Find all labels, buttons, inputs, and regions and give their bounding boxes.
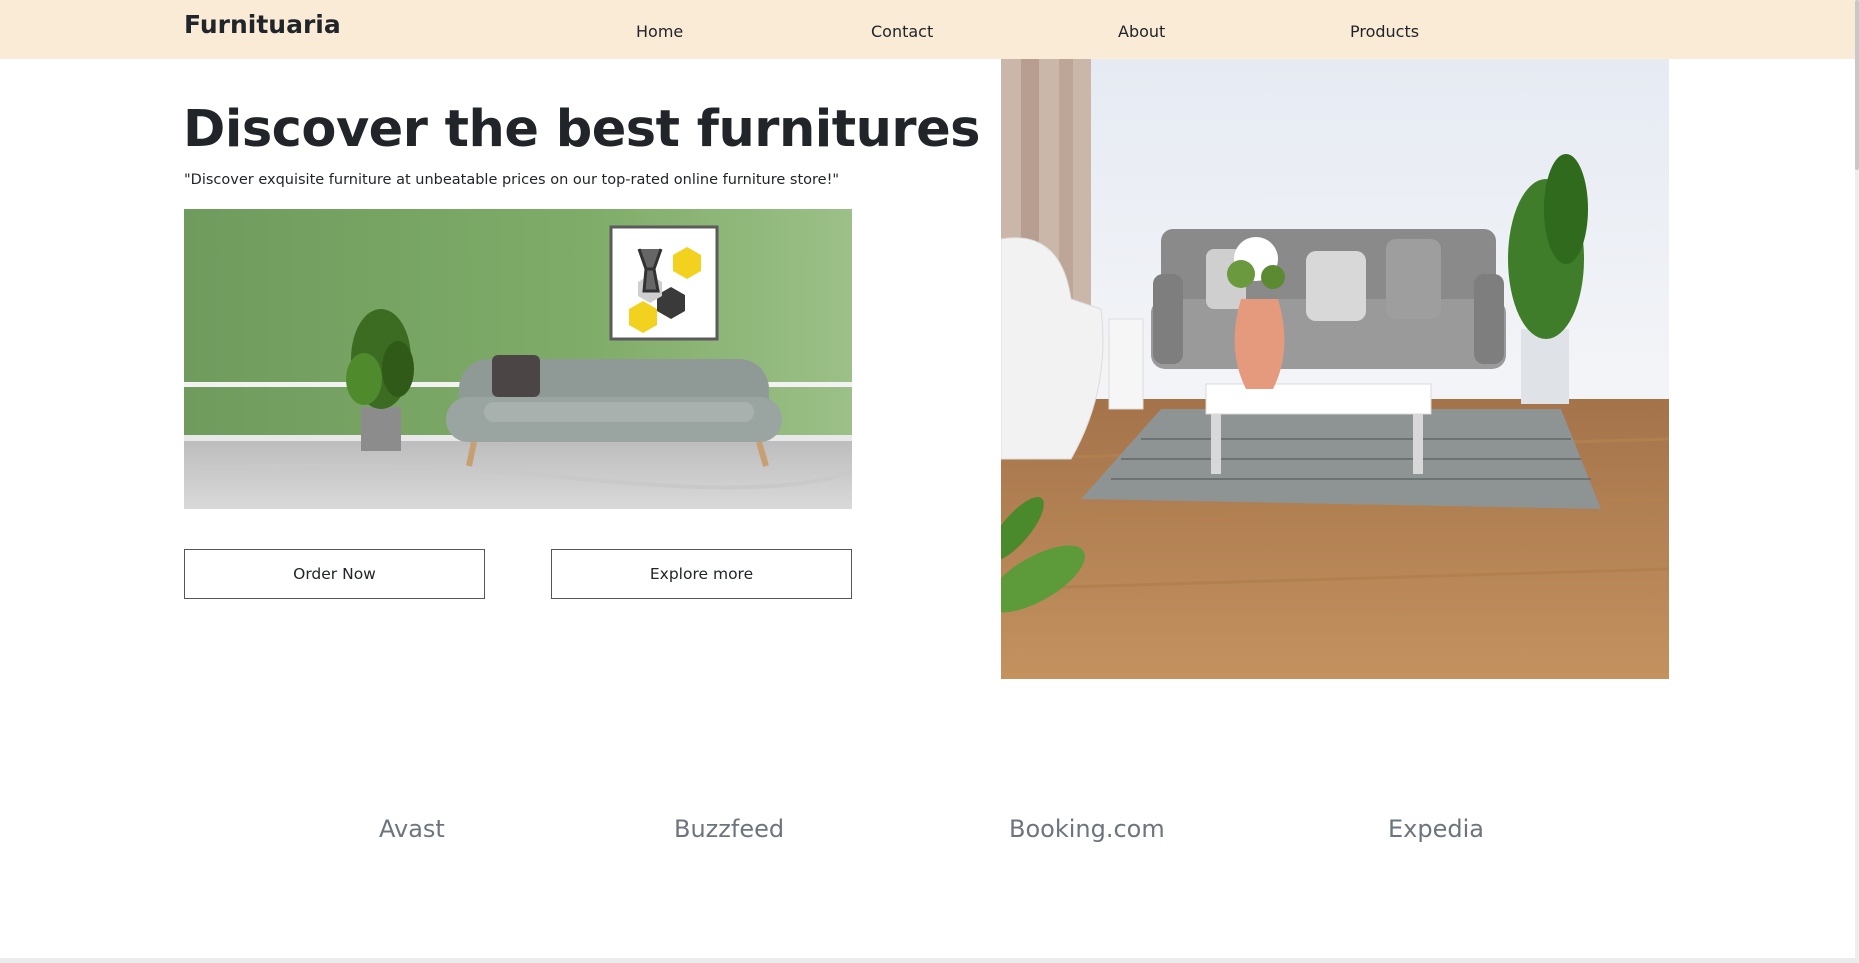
brand-logo[interactable]: Furnituaria bbox=[184, 10, 341, 39]
nav-link-products[interactable]: Products bbox=[1350, 22, 1419, 41]
partner-logo-avast: Avast bbox=[379, 815, 445, 843]
partner-logo-booking: Booking.com bbox=[1009, 815, 1165, 843]
hero-image-living-room bbox=[1001, 59, 1669, 679]
nav-link-about[interactable]: About bbox=[1118, 22, 1165, 41]
page-scrollbar[interactable] bbox=[1855, 0, 1859, 963]
order-now-button[interactable]: Order Now bbox=[184, 549, 485, 599]
partner-logo-expedia: Expedia bbox=[1388, 815, 1484, 843]
hero-image-green-room bbox=[184, 209, 852, 509]
partner-logo-buzzfeed: Buzzfeed bbox=[674, 815, 785, 843]
hero-title: Discover the best furnitures bbox=[183, 100, 981, 159]
nav-link-contact[interactable]: Contact bbox=[871, 22, 933, 41]
explore-more-button[interactable]: Explore more bbox=[551, 549, 852, 599]
nav-link-home[interactable]: Home bbox=[636, 22, 683, 41]
scrollbar-thumb[interactable] bbox=[1855, 0, 1859, 170]
navbar: Furnituaria Home Contact About Products bbox=[0, 0, 1859, 59]
hero-subtitle: "Discover exquisite furniture at unbeata… bbox=[184, 172, 840, 188]
window-bottom-edge bbox=[0, 958, 1859, 963]
